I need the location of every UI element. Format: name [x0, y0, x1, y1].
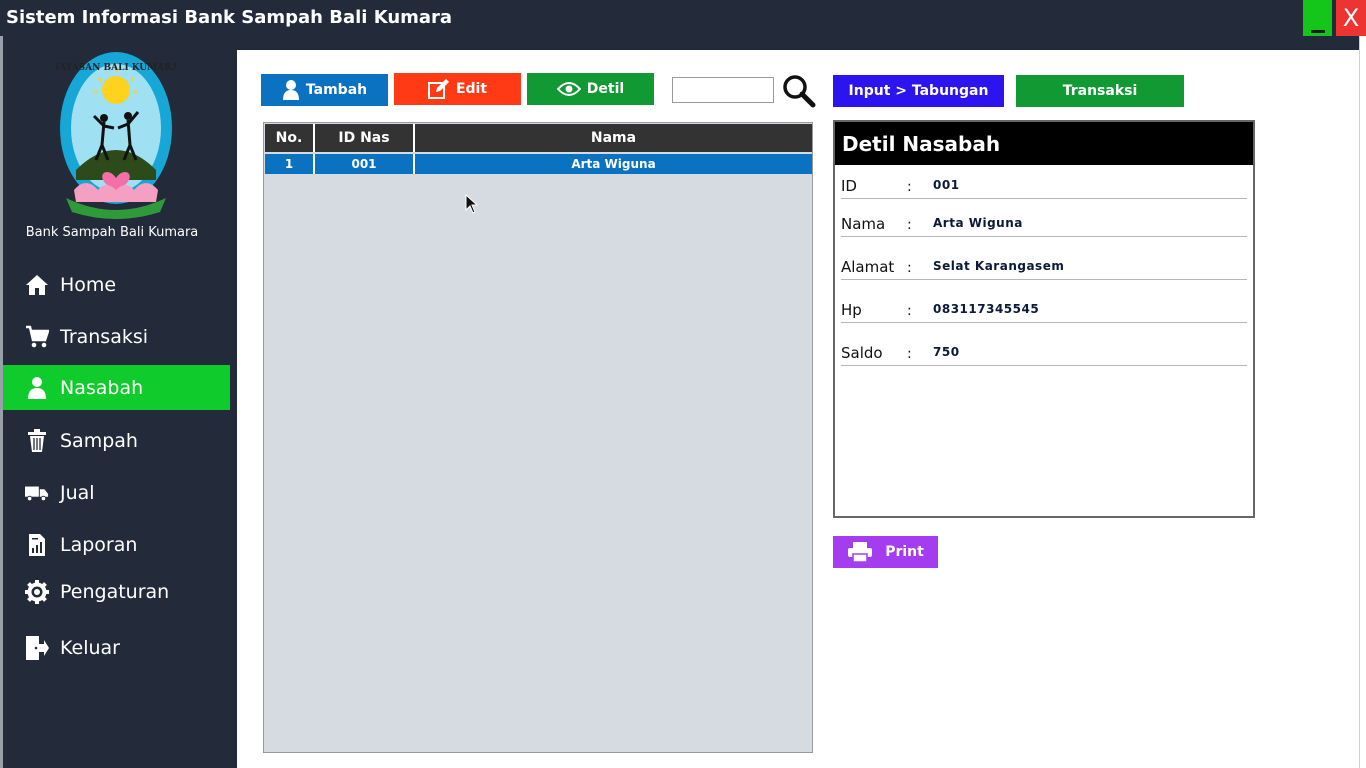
- sidebar-item-sampah[interactable]: Sampah: [3, 418, 230, 463]
- detail-colon: :: [907, 303, 912, 319]
- tambah-label: Tambah: [305, 82, 368, 98]
- table-row[interactable]: 1 001 Arta Wiguna: [265, 154, 812, 174]
- svg-text:YAYASAN BALI KUMARA: YAYASAN BALI KUMARA: [56, 63, 176, 73]
- truck-icon: [25, 481, 49, 505]
- gear-icon: [25, 579, 49, 604]
- user-icon: [25, 376, 49, 400]
- sidebar-item-transaksi[interactable]: Transaksi: [3, 314, 230, 359]
- detil-label: Detil: [586, 81, 625, 97]
- close-button[interactable]: X: [1336, 0, 1366, 36]
- cell-nama: Arta Wiguna: [571, 157, 656, 171]
- minimize-icon: [1311, 30, 1325, 33]
- sidebar-item-label: Keluar: [60, 636, 120, 659]
- sidebar-item-nasabah[interactable]: Nasabah: [3, 365, 230, 410]
- detail-value: 083117345545: [933, 302, 1040, 316]
- sidebar-item-label: Transaksi: [60, 325, 149, 348]
- sidebar-item-label: Nasabah: [60, 376, 144, 399]
- detail-colon: :: [907, 260, 912, 276]
- detail-colon: :: [907, 217, 912, 233]
- detail-title: Detil Nasabah: [835, 122, 1253, 165]
- user-icon: [282, 80, 299, 100]
- sidebar-item-home[interactable]: Home: [3, 262, 230, 307]
- detail-row-id: ID : 001: [841, 174, 1247, 199]
- detail-value: Selat Karangasem: [933, 259, 1065, 273]
- detail-label: Nama: [841, 215, 886, 233]
- bali-kumara-logo: YAYASAN BALI KUMARA: [56, 52, 176, 219]
- sidebar-item-laporan[interactable]: Laporan: [3, 522, 230, 567]
- detil-button[interactable]: Detil: [527, 73, 654, 105]
- window-border-right: [1359, 36, 1366, 768]
- edit-button[interactable]: Edit: [394, 73, 521, 105]
- cell-no: 1: [265, 154, 315, 174]
- sidebar: YAYASAN BALI KUMARA Bank Sampah Bali Kum…: [3, 36, 237, 768]
- sidebar-item-label: Jual: [60, 481, 95, 504]
- title-bar: Sistem Informasi Bank Sampah Bali Kumara…: [0, 0, 1366, 36]
- trash-icon: [25, 428, 49, 453]
- printer-icon: [848, 542, 873, 563]
- window-title: Sistem Informasi Bank Sampah Bali Kumara: [6, 7, 453, 28]
- detail-panel: Detil Nasabah ID : 001 Nama : Arta Wigun…: [833, 120, 1255, 518]
- detail-value: 001: [933, 178, 960, 192]
- detail-label: ID: [841, 177, 857, 195]
- sidebar-item-label: Sampah: [60, 429, 138, 452]
- sidebar-item-jual[interactable]: Jual: [3, 470, 230, 515]
- edit-label: Edit: [455, 81, 488, 97]
- column-header-nama[interactable]: Nama: [415, 124, 812, 152]
- detail-label: Alamat: [841, 258, 895, 276]
- brand-name: Bank Sampah Bali Kumara: [25, 225, 199, 240]
- tambah-button[interactable]: Tambah: [261, 74, 388, 106]
- eye-icon: [556, 82, 581, 96]
- detail-row-hp: Hp : 083117345545: [841, 298, 1247, 323]
- sidebar-item-pengaturan[interactable]: Pengaturan: [3, 569, 230, 614]
- detail-row-alamat: Alamat : Selat Karangasem: [841, 255, 1247, 280]
- cart-icon: [25, 325, 49, 349]
- table-header: No. ID Nas Nama: [265, 124, 812, 152]
- sidebar-item-label: Laporan: [60, 533, 138, 556]
- sidebar-item-keluar[interactable]: Keluar: [3, 625, 230, 670]
- detail-row-nama: Nama : Arta Wiguna: [841, 212, 1247, 237]
- search-input[interactable]: [672, 77, 774, 103]
- detail-colon: :: [907, 179, 912, 195]
- detail-row-saldo: Saldo : 750: [841, 341, 1247, 366]
- print-button[interactable]: Print: [833, 536, 938, 568]
- detail-value: Arta Wiguna: [933, 216, 1023, 230]
- column-header-id[interactable]: ID Nas: [315, 124, 415, 152]
- exit-icon: [25, 635, 49, 660]
- column-header-no[interactable]: No.: [265, 124, 315, 152]
- nasabah-table: No. ID Nas Nama 1 001 Arta Wiguna: [263, 122, 813, 753]
- edit-icon: [427, 79, 449, 99]
- detail-colon: :: [907, 346, 912, 362]
- search-icon[interactable]: [782, 74, 816, 108]
- cell-id: 001: [315, 154, 415, 174]
- detail-value: 750: [933, 345, 960, 359]
- sidebar-item-label: Home: [60, 273, 117, 296]
- detail-label: Saldo: [841, 344, 883, 362]
- transaksi-button[interactable]: Transaksi: [1016, 75, 1184, 107]
- mouse-pointer-icon: [465, 194, 479, 214]
- minimize-button[interactable]: [1303, 0, 1332, 36]
- sidebar-item-label: Pengaturan: [60, 580, 170, 603]
- report-icon: [25, 533, 49, 557]
- print-label: Print: [885, 544, 924, 560]
- input-tabungan-button[interactable]: Input > Tabungan: [833, 75, 1004, 107]
- detail-label: Hp: [841, 301, 862, 319]
- home-icon: [25, 273, 49, 297]
